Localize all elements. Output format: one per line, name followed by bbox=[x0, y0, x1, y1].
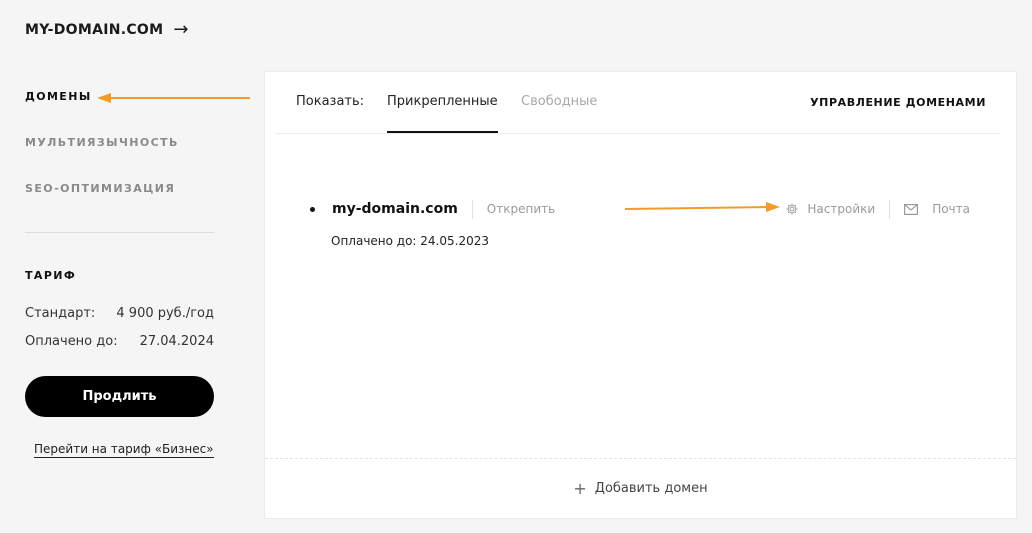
mail-icon bbox=[904, 203, 919, 215]
switch-tariff-link[interactable]: Перейти на тариф «Бизнес» bbox=[34, 442, 214, 458]
bullet-icon bbox=[310, 206, 315, 212]
settings-label: Настройки bbox=[807, 202, 876, 216]
add-domain-label: Добавить домен bbox=[594, 481, 708, 496]
gear-icon bbox=[786, 203, 798, 215]
tariff-paid-label: Оплачено до: bbox=[25, 334, 118, 349]
site-title-link[interactable]: MY-DOMAIN.COM → bbox=[25, 21, 189, 39]
tariff-plan-row: Стандарт: 4 900 руб./год bbox=[25, 306, 214, 321]
tariff-plan-price: 4 900 руб./год bbox=[116, 306, 214, 321]
sidebar-item-seo[interactable]: SEO-ОПТИМИЗАЦИЯ bbox=[25, 182, 175, 195]
sidebar-item-multilanguage[interactable]: МУЛЬТИЯЗЫЧНОСТЬ bbox=[25, 136, 179, 149]
mail-link[interactable]: Почта bbox=[904, 202, 970, 216]
annotation-arrow-settings bbox=[624, 202, 780, 212]
sidebar-divider bbox=[25, 232, 214, 233]
plus-icon: + bbox=[573, 479, 587, 498]
sidebar-item-domains[interactable]: ДОМЕНЫ bbox=[25, 90, 92, 103]
site-title: MY-DOMAIN.COM bbox=[25, 22, 164, 38]
domain-paid-until: Оплачено до: 24.05.2023 bbox=[331, 234, 489, 248]
divider bbox=[471, 199, 473, 219]
renew-button[interactable]: Продлить bbox=[25, 376, 214, 417]
tariff-plan-label: Стандарт: bbox=[25, 306, 96, 321]
filter-tabs: Показать: Прикрепленные Свободные УПРАВЛ… bbox=[275, 72, 1000, 134]
unpin-link[interactable]: Открепить bbox=[487, 202, 555, 216]
tab-free[interactable]: Свободные bbox=[521, 94, 597, 109]
divider bbox=[889, 199, 891, 219]
add-domain-button[interactable]: + Добавить домен bbox=[265, 458, 1016, 518]
settings-link[interactable]: Настройки bbox=[785, 202, 875, 216]
domain-actions: Настройки Почта bbox=[785, 199, 970, 219]
annotation-arrow-domains bbox=[97, 93, 250, 103]
manage-domains-link[interactable]: УПРАВЛЕНИЕ ДОМЕНАМИ bbox=[810, 96, 986, 109]
tab-pinned[interactable]: Прикрепленные bbox=[387, 94, 498, 133]
tariff-heading: ТАРИФ bbox=[25, 269, 77, 282]
tariff-paid-row: Оплачено до: 27.04.2024 bbox=[25, 334, 214, 349]
domain-name: my-domain.com bbox=[332, 201, 458, 217]
show-label: Показать: bbox=[296, 94, 365, 109]
domains-panel: Показать: Прикрепленные Свободные УПРАВЛ… bbox=[264, 71, 1017, 519]
arrow-right-icon: → bbox=[173, 19, 189, 40]
mail-label: Почта bbox=[932, 202, 970, 216]
domain-row: my-domain.com Открепить bbox=[310, 199, 555, 219]
tariff-paid-date: 27.04.2024 bbox=[139, 334, 214, 349]
